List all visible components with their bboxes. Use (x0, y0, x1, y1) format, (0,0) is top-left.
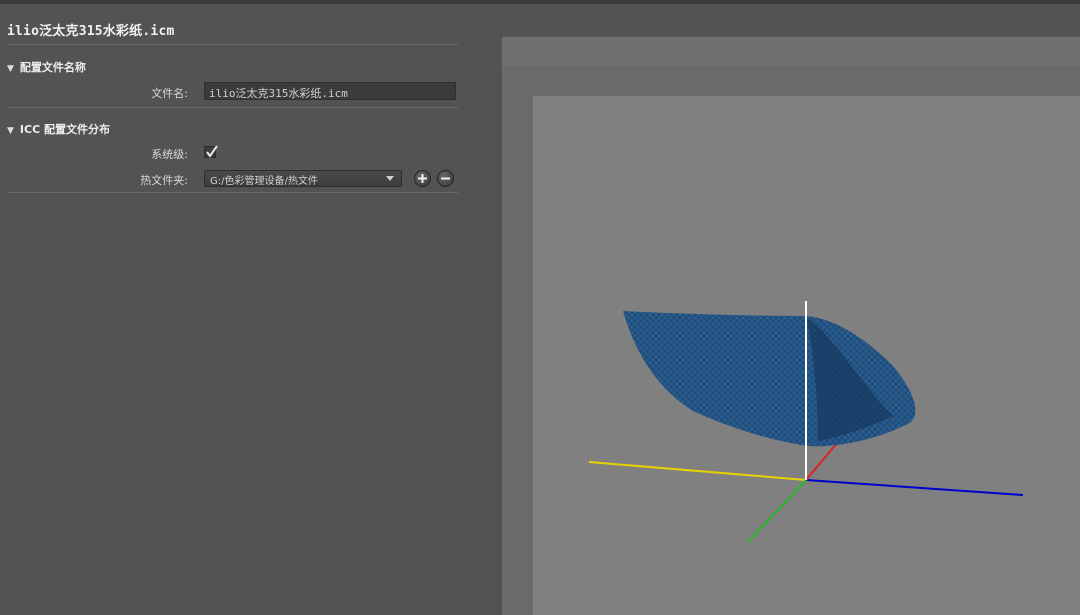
axis-a-green (747, 479, 807, 543)
gamut-3d-canvas[interactable] (533, 96, 1080, 615)
axis-b-yellow (588, 461, 807, 481)
remove-folder-button[interactable] (437, 170, 454, 187)
hot-folder-value: G:/色彩管理设备/热文件 (210, 176, 318, 187)
system-level-checkbox[interactable] (204, 145, 218, 158)
collapse-triangle-icon[interactable]: ▼ (7, 126, 14, 136)
axis-a-red (805, 441, 839, 481)
plus-icon (418, 174, 427, 183)
profile-title: ilio泛太克315水彩纸.icm (7, 24, 175, 39)
section-divider (7, 107, 458, 108)
gamut-mesh (623, 311, 916, 447)
title-divider (7, 44, 458, 45)
chevron-down-icon (386, 176, 394, 181)
add-folder-button[interactable] (414, 170, 431, 187)
section-profile-name-header[interactable]: ▼ 配置文件名称 (7, 59, 86, 75)
section-profile-name-label: 配置文件名称 (19, 61, 86, 74)
section-distribution-header[interactable]: ▼ ICC 配置文件分布 (7, 121, 110, 137)
viewer-toolbar-strip (502, 37, 1080, 66)
checkmark-icon (206, 145, 218, 158)
section-distribution-label: ICC 配置文件分布 (19, 123, 110, 136)
gamut-plot[interactable] (533, 96, 1080, 615)
filename-field[interactable]: ilio泛太克315水彩纸.icm (204, 82, 456, 100)
hot-folder-label: 热文件夹: (140, 174, 188, 187)
system-level-label: 系统级: (151, 148, 188, 161)
minus-icon (441, 177, 450, 180)
axis-b-blue (805, 479, 1024, 496)
collapse-triangle-icon[interactable]: ▼ (7, 64, 14, 74)
section-divider (7, 192, 458, 193)
hot-folder-select[interactable]: G:/色彩管理设备/热文件 (204, 170, 402, 187)
filename-label: 文件名: (151, 87, 188, 100)
